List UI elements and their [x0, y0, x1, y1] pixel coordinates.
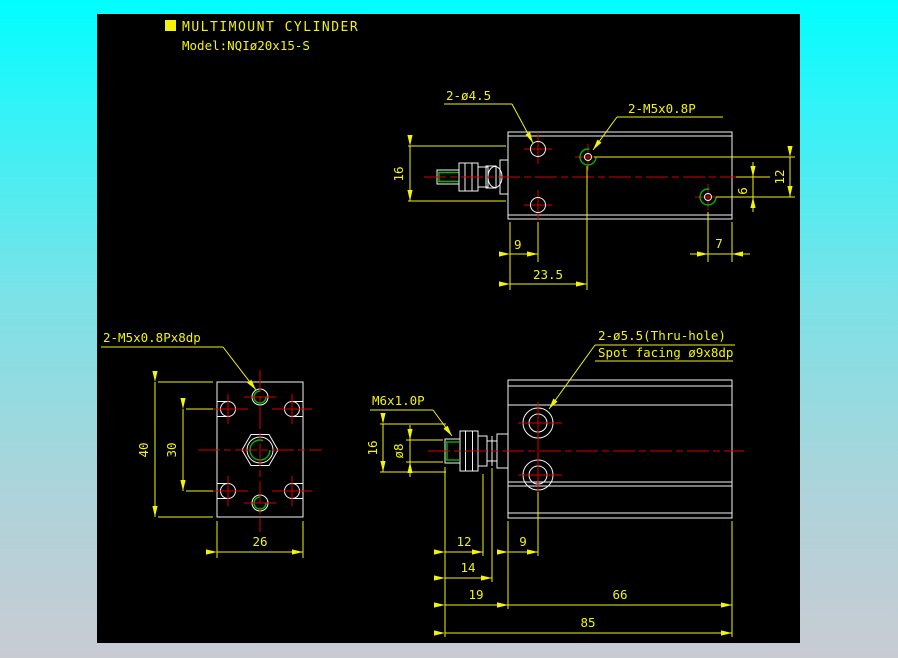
- dim-rod-height: 16: [365, 440, 380, 455]
- label-thread-holes: 2-M5x0.8Px8dp: [103, 330, 201, 345]
- dim-d85: 85: [580, 615, 595, 630]
- dim-front-width: 26: [252, 534, 267, 549]
- label-spot-facing: Spot facing ø9x8dp: [598, 345, 733, 360]
- label-ports: 2-M5x0.8P: [628, 101, 696, 116]
- dim-d19: 19: [468, 587, 483, 602]
- drawing-model: Model:NQIø20x15-S: [182, 38, 310, 53]
- dim-hole-to-port: 23.5: [533, 267, 563, 282]
- cad-drawing: MULTIMOUNT CYLINDER Model:NQIø20x15-S 16…: [97, 14, 800, 643]
- dim-top-height: 16: [391, 166, 406, 181]
- dim-hole-edge: 9: [514, 237, 522, 252]
- dim-port-edge: 7: [715, 236, 723, 251]
- dim-front-height: 40: [136, 442, 151, 457]
- dim-rod-dia: ø8: [391, 443, 406, 458]
- title-bullet-icon: [165, 20, 176, 31]
- dim-d66: 66: [612, 587, 627, 602]
- label-mount-holes: 2-ø4.5: [446, 88, 491, 103]
- dim-d14: 14: [460, 560, 475, 575]
- label-thru-hole: 2-ø5.5(Thru-hole): [598, 328, 726, 343]
- dim-d9: 9: [519, 534, 527, 549]
- dim-port-pitch: 12: [772, 169, 787, 184]
- label-rod-thread: M6x1.0P: [372, 393, 425, 408]
- drawing-title: MULTIMOUNT CYLINDER: [182, 20, 359, 35]
- dim-port-offset: 6: [735, 187, 750, 195]
- dim-slot-pitch: 30: [164, 442, 179, 457]
- dim-d12: 12: [456, 534, 471, 549]
